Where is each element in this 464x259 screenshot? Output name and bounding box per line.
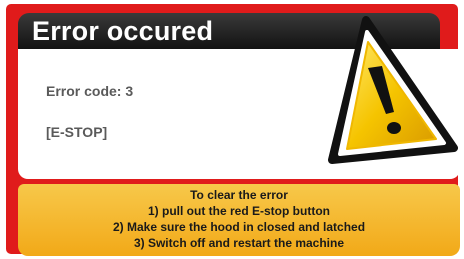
error-dialog: Error occured Error code: 3 [E-STOP] To … bbox=[6, 4, 460, 256]
dialog-title: Error occured bbox=[32, 16, 214, 46]
instructions-panel: To clear the error 1) pull out the red E… bbox=[18, 184, 460, 256]
instructions-heading: To clear the error bbox=[190, 188, 288, 202]
error-name: [E-STOP] bbox=[46, 124, 108, 140]
instruction-step-1: 1) pull out the red E-stop button bbox=[148, 204, 330, 218]
error-code: Error code: 3 bbox=[46, 83, 134, 99]
instruction-step-2: 2) Make sure the hood in closed and latc… bbox=[112, 220, 366, 234]
warning-icon bbox=[328, 16, 458, 164]
instruction-step-3: 3) Switch off and restart the machine bbox=[133, 236, 345, 250]
